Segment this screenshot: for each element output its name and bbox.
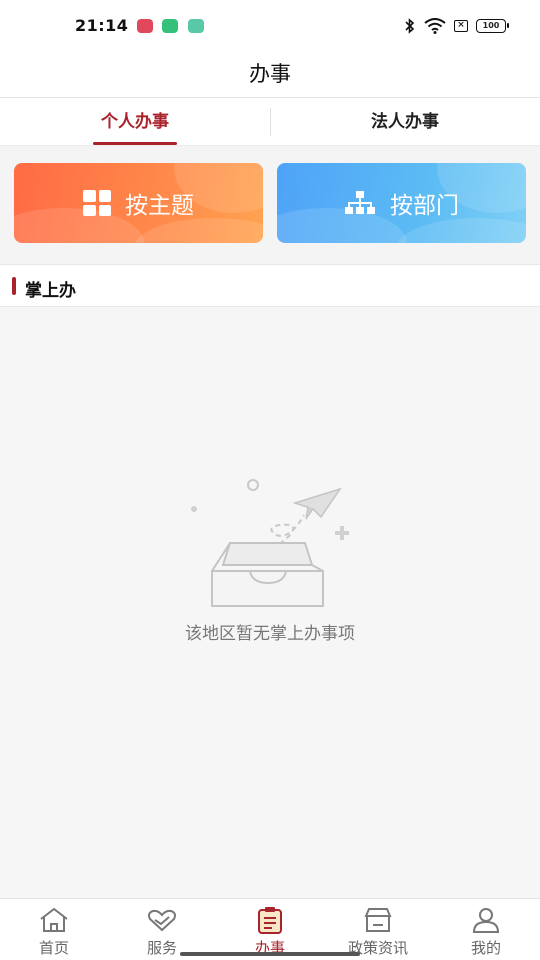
bottom-nav: 首页 服务 办事 政策资讯 我的 — [0, 898, 540, 960]
tab-bar: 个人办事 法人办事 — [0, 98, 540, 146]
app-notification-icon — [162, 19, 178, 33]
section-header: 掌上办 — [0, 264, 540, 307]
section-accent-bar — [12, 277, 16, 295]
by-topic-label: 按主题 — [125, 193, 194, 219]
bluetooth-icon — [405, 18, 415, 34]
sim-off-icon: × — [454, 20, 468, 32]
wifi-icon — [424, 18, 446, 34]
page-title: 办事 — [249, 62, 291, 86]
tab-personal[interactable]: 个人办事 — [0, 98, 270, 146]
user-icon — [472, 908, 500, 933]
tab-corporate[interactable]: 法人办事 — [270, 98, 540, 146]
home-icon — [40, 907, 68, 932]
upload-notification-icon — [188, 19, 204, 33]
status-icons: × 100 — [404, 16, 509, 36]
nav-policy-news[interactable]: 政策资讯 — [324, 899, 432, 960]
video-notification-icon — [137, 19, 153, 33]
empty-message: 该地区暂无掌上办事项 — [185, 624, 355, 644]
nav-service[interactable]: 服务 — [108, 899, 216, 960]
section-title: 掌上办 — [25, 281, 76, 301]
shop-icon — [364, 908, 392, 932]
heart-hands-icon — [148, 909, 176, 932]
clipboard-icon — [258, 907, 282, 934]
title-bar: 办事 — [0, 50, 540, 98]
home-indicator[interactable] — [180, 952, 360, 956]
org-chart-icon — [345, 191, 375, 214]
status-bar: 21:14 × 100 — [0, 0, 540, 50]
by-department-button[interactable]: 按部门 — [277, 163, 526, 243]
nav-home[interactable]: 首页 — [0, 899, 108, 960]
by-topic-button[interactable]: 按主题 — [14, 163, 263, 243]
active-tab-indicator — [93, 142, 177, 145]
nav-mine[interactable]: 我的 — [432, 899, 540, 960]
nav-mine-label: 我的 — [470, 939, 501, 957]
empty-box-paper-plane-icon — [191, 479, 349, 607]
by-department-label: 按部门 — [390, 193, 459, 219]
battery-icon: 100 — [476, 19, 509, 33]
nav-home-label: 首页 — [38, 939, 69, 957]
grid-icon — [83, 190, 111, 216]
status-time: 21:14 — [75, 16, 129, 35]
category-area: 按主题 按部门 — [0, 146, 540, 264]
nav-affairs[interactable]: 办事 — [216, 899, 324, 960]
